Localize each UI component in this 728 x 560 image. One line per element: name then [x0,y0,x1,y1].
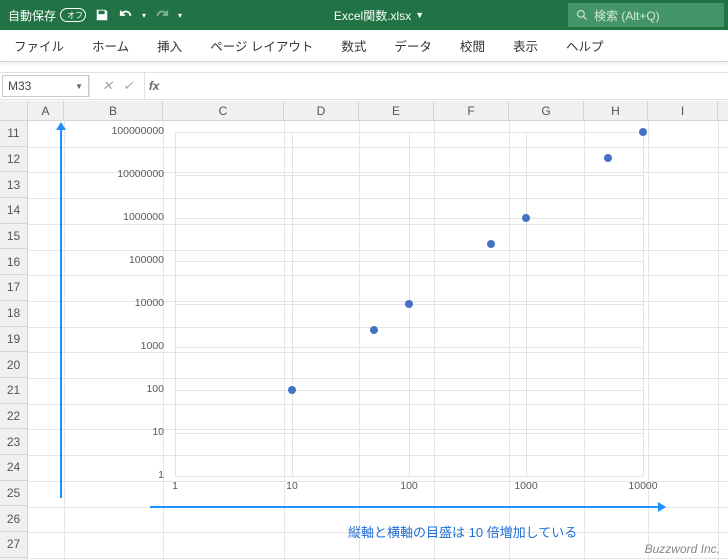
row-headers: 1112131415161718192021222324252627 [0,121,28,560]
tab-file[interactable]: ファイル [0,30,78,61]
window-title: Excel関数.xlsx ▼ [190,7,568,24]
row-header[interactable]: 11 [0,121,28,147]
chart-annotation: 縦軸と横軸の目盛は 10 倍増加している [348,522,577,541]
autosave-toggle[interactable]: 自動保存 オフ [8,7,86,24]
name-box[interactable]: M33 ▼ [2,75,90,97]
fx-icon[interactable]: fx [145,73,164,99]
row-header[interactable]: 16 [0,249,28,275]
undo-icon[interactable] [118,7,134,23]
select-all-corner[interactable] [0,101,28,120]
qat-overflow-icon[interactable]: ▾ [178,11,182,20]
x-axis-arrow [150,506,660,508]
tab-help[interactable]: ヘルプ [552,30,618,61]
col-header[interactable]: G [509,101,584,120]
tab-pagelayout[interactable]: ページ レイアウト [196,30,327,61]
filename-dropdown-icon[interactable]: ▼ [415,10,424,20]
formula-bar-row: M33 ▼ ✕ ✓ fx [0,72,728,100]
chart-overlay: 縦軸と横軸の目盛は 10 倍増加している 1101001000100001000… [60,128,640,528]
row-header[interactable]: 20 [0,352,28,378]
search-placeholder: 検索 (Alt+Q) [594,7,660,24]
tab-insert[interactable]: 挿入 [143,30,196,61]
data-point [370,326,378,334]
col-header[interactable]: B [64,101,163,120]
save-icon[interactable] [94,7,110,23]
data-point [522,214,530,222]
scatter-plot [175,132,643,476]
col-header[interactable]: F [434,101,509,120]
toggle-off-pill: オフ [60,8,86,22]
tab-review[interactable]: 校閲 [446,30,499,61]
row-header[interactable]: 15 [0,224,28,250]
search-input[interactable]: 検索 (Alt+Q) [568,3,724,27]
column-headers: ABCDEFGHI [0,101,728,121]
row-header[interactable]: 25 [0,481,28,507]
col-header[interactable]: H [584,101,648,120]
col-header[interactable]: A [28,101,64,120]
chevron-down-icon[interactable]: ▼ [75,82,83,91]
enter-icon: ✓ [123,78,134,94]
data-point [639,128,647,136]
row-header[interactable]: 23 [0,429,28,455]
row-header[interactable]: 22 [0,404,28,430]
tab-view[interactable]: 表示 [499,30,552,61]
filename-label: Excel関数.xlsx [334,7,411,24]
row-header[interactable]: 18 [0,301,28,327]
data-point [604,154,612,162]
autosave-label: 自動保存 [8,7,56,24]
data-point [405,300,413,308]
row-header[interactable]: 13 [0,172,28,198]
search-icon [576,9,588,21]
watermark-label: Buzzword Inc. [645,542,720,556]
tab-formula[interactable]: 数式 [327,30,380,61]
col-header[interactable]: D [284,101,359,120]
name-box-value: M33 [8,79,31,93]
tab-data[interactable]: データ [380,30,446,61]
row-header[interactable]: 21 [0,378,28,404]
row-header[interactable]: 24 [0,455,28,481]
col-header[interactable]: C [163,101,284,120]
formula-input[interactable] [163,73,728,99]
data-point [487,240,495,248]
formula-bar-buttons: ✕ ✓ [92,73,145,99]
col-header[interactable]: E [359,101,434,120]
cancel-icon: ✕ [102,78,113,94]
row-header[interactable]: 26 [0,506,28,532]
undo-dropdown-icon[interactable]: ▾ [142,11,146,20]
row-header[interactable]: 19 [0,327,28,353]
data-point [288,386,296,394]
tab-home[interactable]: ホーム [78,30,143,61]
row-header[interactable]: 12 [0,147,28,173]
row-header[interactable]: 27 [0,532,28,558]
redo-icon [154,7,170,23]
y-axis-arrow [60,128,62,498]
row-header[interactable]: 14 [0,198,28,224]
row-header[interactable]: 17 [0,275,28,301]
title-bar: 自動保存 オフ ▾ ▾ Excel関数.xlsx ▼ 検索 (Alt+Q) [0,0,728,30]
col-header[interactable]: I [648,101,718,120]
ribbon-tab-bar: ファイル ホーム 挿入 ページ レイアウト 数式 データ 校閲 表示 ヘルプ [0,30,728,62]
